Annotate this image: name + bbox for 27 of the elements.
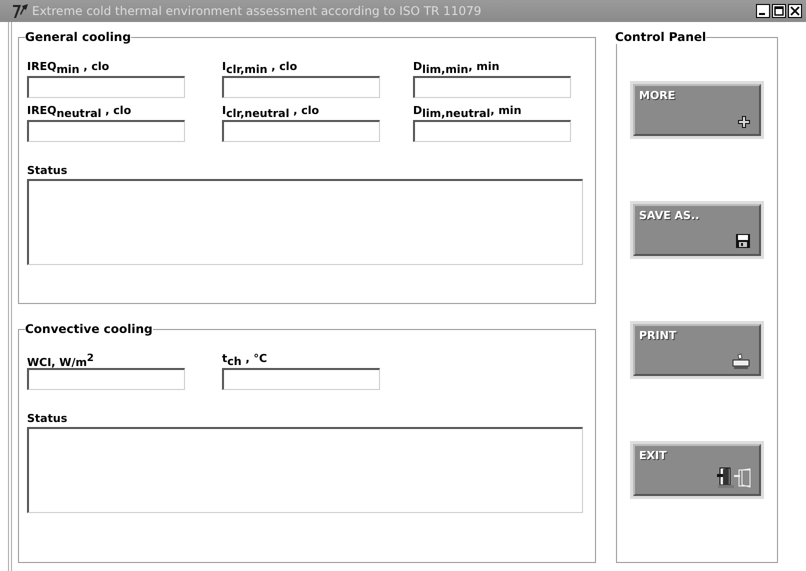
- input-field[interactable]: [222, 76, 380, 98]
- group-title: General cooling: [25, 30, 131, 44]
- printer-icon: [731, 353, 751, 369]
- app-icon: [12, 3, 30, 19]
- maximize-icon[interactable]: [772, 4, 786, 18]
- window-title: Extreme cold thermal environment assessment according to ISO TR 11079: [32, 4, 482, 18]
- input-field[interactable]: [27, 76, 185, 98]
- panel-button[interactable]: MORE: [633, 84, 761, 136]
- input-field[interactable]: [222, 368, 380, 390]
- input-field[interactable]: [413, 120, 571, 142]
- minimize-icon[interactable]: [756, 4, 770, 18]
- group-title: Convective cooling: [25, 322, 153, 336]
- panel-button[interactable]: EXIT: [633, 444, 761, 496]
- plus-icon: [737, 115, 751, 129]
- status-label: Status: [27, 412, 68, 425]
- input-field[interactable]: [27, 120, 185, 142]
- status-label: Status: [27, 164, 68, 177]
- input-field[interactable]: [413, 76, 571, 98]
- status-field[interactable]: [27, 179, 583, 265]
- group-title: Control Panel: [615, 30, 706, 44]
- panel-button[interactable]: PRINT: [633, 324, 761, 376]
- doors-icon: [717, 465, 751, 489]
- input-field[interactable]: [222, 120, 380, 142]
- close-icon[interactable]: [788, 4, 802, 18]
- input-field[interactable]: [27, 368, 185, 390]
- panel-button[interactable]: SAVE AS..: [633, 204, 761, 256]
- status-field[interactable]: [27, 427, 583, 513]
